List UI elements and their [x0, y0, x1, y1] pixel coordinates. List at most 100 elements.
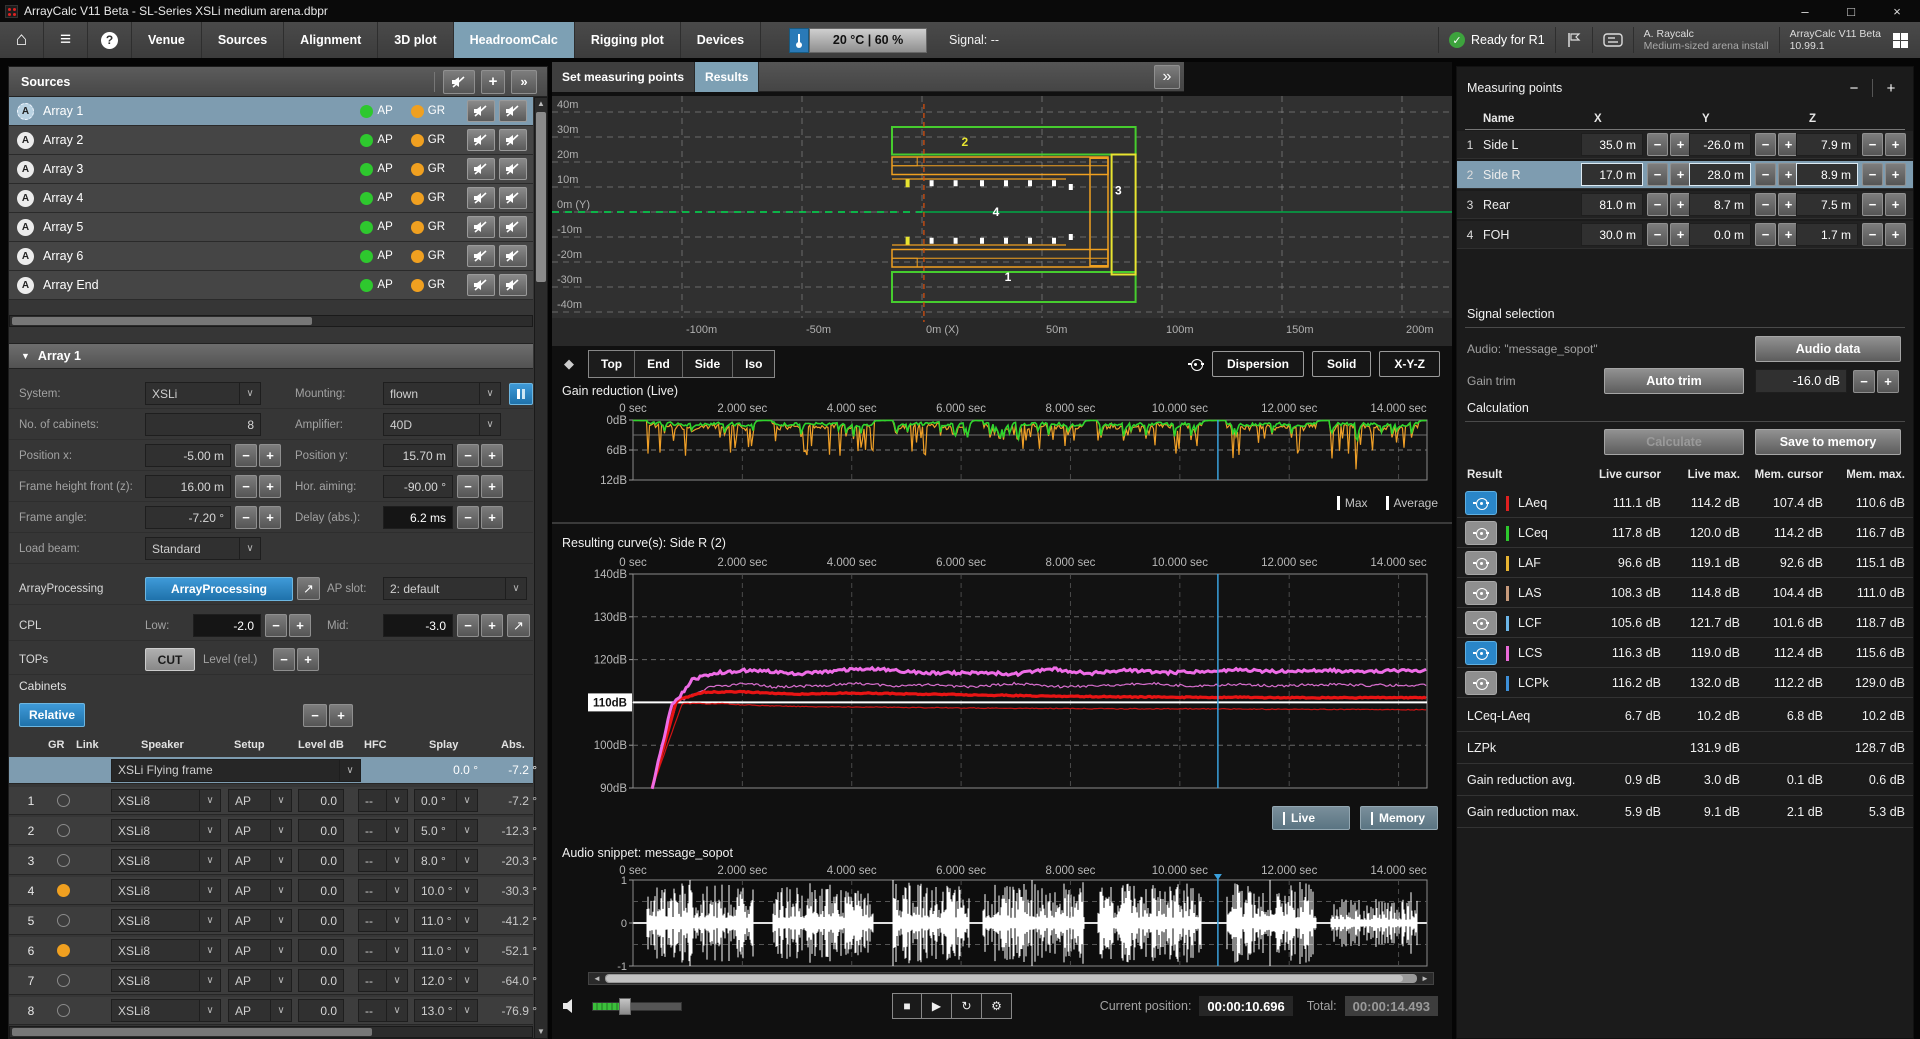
- speaker-dropdown[interactable]: XSLi8∨: [111, 969, 221, 992]
- source-row-array-5[interactable]: AArray 5APGR: [9, 213, 533, 242]
- source-row-array-2[interactable]: AArray 2APGR: [9, 126, 533, 155]
- chevron-down-icon[interactable]: ∨: [199, 970, 220, 991]
- display-button-solid[interactable]: Solid: [1312, 351, 1371, 377]
- point-z-value[interactable]: 1.7 m: [1796, 223, 1858, 246]
- measuring-point-row-rear[interactable]: 3Rear81.0 m−+8.7 m−+7.5 m−+: [1457, 191, 1913, 219]
- sources-hscrollbar[interactable]: [9, 315, 533, 327]
- field-value[interactable]: 6.2 ms: [383, 506, 453, 529]
- point-x-value[interactable]: 81.0 m: [1581, 193, 1643, 216]
- chevron-down-icon[interactable]: ∨: [386, 820, 407, 841]
- point-y-minus[interactable]: −: [1755, 133, 1776, 156]
- point-x-plus[interactable]: +: [1670, 163, 1691, 186]
- arrayprocessing-button[interactable]: ArrayProcessing: [145, 577, 293, 601]
- chevron-down-icon[interactable]: ∨: [270, 880, 291, 901]
- remove-point-button[interactable]: −: [1842, 77, 1866, 99]
- point-y-value[interactable]: 0.0 m: [1689, 223, 1751, 246]
- chevron-down-icon[interactable]: ∨: [270, 910, 291, 931]
- save-to-memory-button[interactable]: Save to memory: [1755, 429, 1901, 455]
- chevron-down-icon[interactable]: ∨: [199, 790, 220, 811]
- cabinet-row-1[interactable]: 1XSLi8∨AP∨0.0--∨0.0 °∨-7.2 °: [9, 787, 533, 815]
- point-x-minus[interactable]: −: [1647, 193, 1668, 216]
- source-row-array-1[interactable]: AArray 1APGR: [9, 97, 533, 126]
- field-plus[interactable]: +: [481, 444, 503, 467]
- splay-dropdown[interactable]: 0.0 °∨: [414, 789, 478, 812]
- field-minus[interactable]: −: [457, 506, 479, 529]
- visibility-eye-button[interactable]: [1465, 641, 1497, 665]
- level-value[interactable]: 0.0: [298, 819, 344, 842]
- scroll-down-icon[interactable]: ▼: [535, 1026, 547, 1038]
- live-button[interactable]: Live: [1272, 806, 1350, 830]
- point-x-value[interactable]: 17.0 m: [1581, 163, 1643, 186]
- scroll-thumb[interactable]: [12, 317, 312, 325]
- splay-dropdown[interactable]: 8.0 °∨: [414, 849, 478, 872]
- point-z-plus[interactable]: +: [1885, 133, 1906, 156]
- field-dropdown[interactable]: 40D∨: [383, 413, 501, 436]
- point-z-plus[interactable]: +: [1885, 223, 1906, 246]
- loop-button[interactable]: ↻: [952, 993, 982, 1019]
- chevron-down-icon[interactable]: ∨: [199, 1000, 220, 1021]
- measuring-point-row-side-r[interactable]: 2Side R17.0 m−+28.0 m−+8.9 m−+: [1457, 161, 1913, 189]
- solo-mute-button[interactable]: [499, 100, 527, 122]
- frame-row[interactable]: XSLi Flying frame∨0.0 °-7.2 °: [9, 757, 533, 784]
- mute-array-button[interactable]: [467, 274, 495, 296]
- mute-all-button[interactable]: [443, 70, 475, 94]
- mute-array-button[interactable]: [467, 216, 495, 238]
- chevron-down-icon[interactable]: ∨: [456, 880, 477, 901]
- mute-array-button[interactable]: [467, 245, 495, 267]
- layers-icon[interactable]: ◆: [564, 356, 574, 372]
- level-value[interactable]: 0.0: [298, 969, 344, 992]
- setup-dropdown[interactable]: AP∨: [228, 879, 292, 902]
- cut-button[interactable]: CUT: [145, 648, 195, 671]
- chevron-down-icon[interactable]: ∨: [386, 850, 407, 871]
- flag-icon[interactable]: [1566, 32, 1582, 48]
- point-x-value[interactable]: 35.0 m: [1581, 133, 1643, 156]
- open-ap-window-icon[interactable]: ↗: [297, 577, 320, 600]
- display-button-dispersion[interactable]: Dispersion: [1212, 351, 1304, 377]
- cabinet-row-3[interactable]: 3XSLi8∨AP∨0.0--∨8.0 °∨-20.3 °: [9, 847, 533, 875]
- field-minus[interactable]: −: [235, 506, 257, 529]
- splay-dropdown[interactable]: 11.0 °∨: [414, 939, 478, 962]
- solo-mute-button[interactable]: [499, 129, 527, 151]
- venue-plot[interactable]: 40m30m20m10m0m (Y)-10m-20m-30m-40m-100m-…: [552, 96, 1452, 346]
- gain-trim-value[interactable]: -16.0 dB: [1755, 369, 1847, 393]
- field-value[interactable]: 15.70 m: [383, 444, 453, 467]
- chevron-down-icon[interactable]: ∨: [386, 880, 407, 901]
- hfc-dropdown[interactable]: --∨: [358, 819, 408, 842]
- point-x-minus[interactable]: −: [1647, 223, 1668, 246]
- view-button-top[interactable]: Top: [589, 351, 635, 377]
- speaker-dropdown[interactable]: XSLi8∨: [111, 909, 221, 932]
- chevron-down-icon[interactable]: ∨: [386, 940, 407, 961]
- chevron-down-icon[interactable]: ∨: [270, 850, 291, 871]
- thermometer-icon[interactable]: [789, 28, 809, 53]
- hfc-dropdown[interactable]: --∨: [358, 999, 408, 1022]
- point-x-plus[interactable]: +: [1670, 193, 1691, 216]
- chevron-down-icon[interactable]: ∨: [199, 820, 220, 841]
- array-detail-header[interactable]: ▼Array 1: [9, 343, 533, 369]
- chevron-down-icon[interactable]: ∨: [199, 850, 220, 871]
- view-button-iso[interactable]: Iso: [733, 351, 774, 377]
- hfc-dropdown[interactable]: --∨: [358, 849, 408, 872]
- audio-scrollbar[interactable]: ◄ ►: [588, 972, 1434, 985]
- field-value[interactable]: -90.00 °: [383, 475, 453, 498]
- speaker-dropdown[interactable]: XSLi8∨: [111, 789, 221, 812]
- menu-icon[interactable]: ≡: [44, 22, 88, 58]
- calculate-button[interactable]: Calculate: [1604, 429, 1744, 455]
- cabinet-row-8[interactable]: 8XSLi8∨AP∨0.0--∨13.0 °∨-76.9 °: [9, 997, 533, 1025]
- splay-dropdown[interactable]: 12.0 °∨: [414, 969, 478, 992]
- speaker-dropdown[interactable]: XSLi8∨: [111, 849, 221, 872]
- source-row-array-6[interactable]: AArray 6APGR: [9, 242, 533, 271]
- resulting-curves-chart[interactable]: 0 sec2.000 sec4.000 sec6.000 sec8.000 se…: [552, 554, 1452, 804]
- level-value[interactable]: 0.0: [298, 879, 344, 902]
- chevron-down-icon[interactable]: ∨: [386, 790, 407, 811]
- cpl-low-value[interactable]: -2.0: [193, 614, 261, 637]
- view-button-side[interactable]: Side: [683, 351, 733, 377]
- toolbar-tab-alignment[interactable]: Alignment: [284, 22, 378, 58]
- toolbar-tab-3d-plot[interactable]: 3D plot: [378, 22, 453, 58]
- open-cpl-window-icon[interactable]: ↗: [507, 614, 530, 637]
- chevron-down-icon[interactable]: ∨: [199, 940, 220, 961]
- toolbar-tab-sources[interactable]: Sources: [202, 22, 284, 58]
- mute-array-button[interactable]: [467, 100, 495, 122]
- mute-array-button[interactable]: [467, 129, 495, 151]
- maximize-button[interactable]: □: [1828, 0, 1874, 22]
- point-x-value[interactable]: 30.0 m: [1581, 223, 1643, 246]
